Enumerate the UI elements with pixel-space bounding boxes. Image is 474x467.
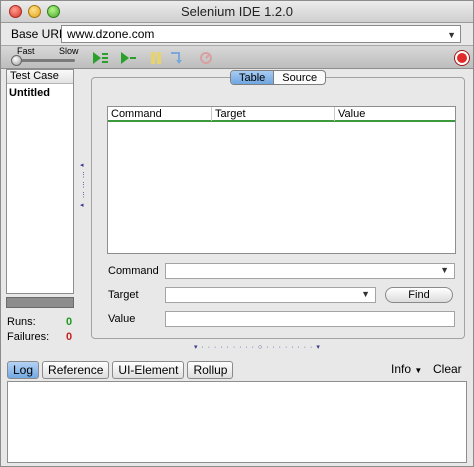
record-icon[interactable] — [455, 51, 469, 65]
command-label: Command — [108, 265, 159, 277]
command-field[interactable]: ▼ — [165, 263, 455, 279]
speed-slider-track[interactable] — [13, 59, 75, 62]
column-target[interactable]: Target — [212, 107, 335, 121]
zoom-window-icon[interactable] — [47, 5, 60, 18]
progress-bar — [6, 297, 74, 308]
base-url-value: www.dzone.com — [67, 27, 155, 41]
clear-button[interactable]: Clear — [433, 362, 462, 376]
selenium-window: Selenium IDE 1.2.0 Base URL www.dzone.co… — [0, 0, 474, 467]
tab-rollup[interactable]: Rollup — [187, 361, 234, 379]
tab-log[interactable]: Log — [7, 361, 40, 379]
vertical-splitter[interactable]: ◂ ⋮ ⋮ ⋮ ◂ — [80, 161, 87, 209]
horizontal-splitter[interactable]: ▾ · · · · · · · · · ○ · · · · · · · · ▾ — [194, 343, 321, 351]
play-current-icon[interactable] — [119, 50, 137, 66]
step-icon[interactable] — [167, 50, 185, 66]
title-bar: Selenium IDE 1.2.0 — [1, 1, 473, 23]
editor-tabs: Table Source — [230, 70, 327, 85]
chevron-down-icon[interactable]: ▼ — [440, 265, 449, 275]
log-tabs: Log Reference UI-Element Rollup — [7, 361, 234, 379]
test-case-header: Test Case — [7, 70, 73, 84]
minimize-window-icon[interactable] — [28, 5, 41, 18]
value-label: Value — [108, 313, 136, 325]
failures-value: 0 — [66, 331, 73, 343]
tab-table[interactable]: Table — [231, 71, 275, 84]
chevron-down-icon[interactable]: ▼ — [447, 27, 456, 43]
toolbar: Fast Slow — [1, 45, 473, 69]
runs-value: 0 — [66, 316, 73, 328]
tab-ui-element[interactable]: UI-Element — [112, 361, 185, 379]
info-label: Info — [391, 362, 412, 376]
column-value[interactable]: Value — [335, 107, 455, 121]
play-all-icon[interactable] — [91, 50, 109, 66]
command-table[interactable]: Command Target Value — [107, 106, 456, 254]
base-url-label: Base URL — [11, 27, 66, 41]
tab-reference[interactable]: Reference — [42, 361, 110, 379]
runs-label: Runs: — [7, 316, 36, 328]
base-url-field[interactable]: www.dzone.com ▼ — [61, 25, 461, 43]
find-button[interactable]: Find — [385, 287, 453, 303]
base-url-row: Base URL www.dzone.com ▼ — [1, 23, 473, 45]
log-area — [7, 381, 467, 463]
window-title: Selenium IDE 1.2.0 — [180, 4, 293, 19]
close-window-icon[interactable] — [9, 5, 22, 18]
table-header: Command Target Value — [108, 107, 455, 122]
value-field[interactable] — [165, 311, 455, 327]
speed-fast-label: Fast — [17, 46, 35, 56]
pause-icon[interactable] — [147, 50, 165, 66]
info-menu-button[interactable]: Info ▼ — [391, 362, 422, 376]
speed-slider-knob[interactable] — [11, 55, 22, 66]
test-case-item[interactable]: Untitled — [7, 84, 73, 102]
column-command[interactable]: Command — [108, 107, 212, 121]
rollup-icon[interactable] — [197, 50, 215, 66]
test-case-panel: Test Case Untitled — [6, 69, 74, 294]
target-field[interactable]: ▼ — [165, 287, 376, 303]
tab-source[interactable]: Source — [274, 71, 325, 84]
speed-slow-label: Slow — [59, 46, 79, 56]
chevron-down-icon[interactable]: ▼ — [361, 289, 370, 299]
chevron-down-icon: ▼ — [414, 366, 423, 375]
target-label: Target — [108, 289, 139, 301]
failures-label: Failures: — [7, 331, 50, 343]
